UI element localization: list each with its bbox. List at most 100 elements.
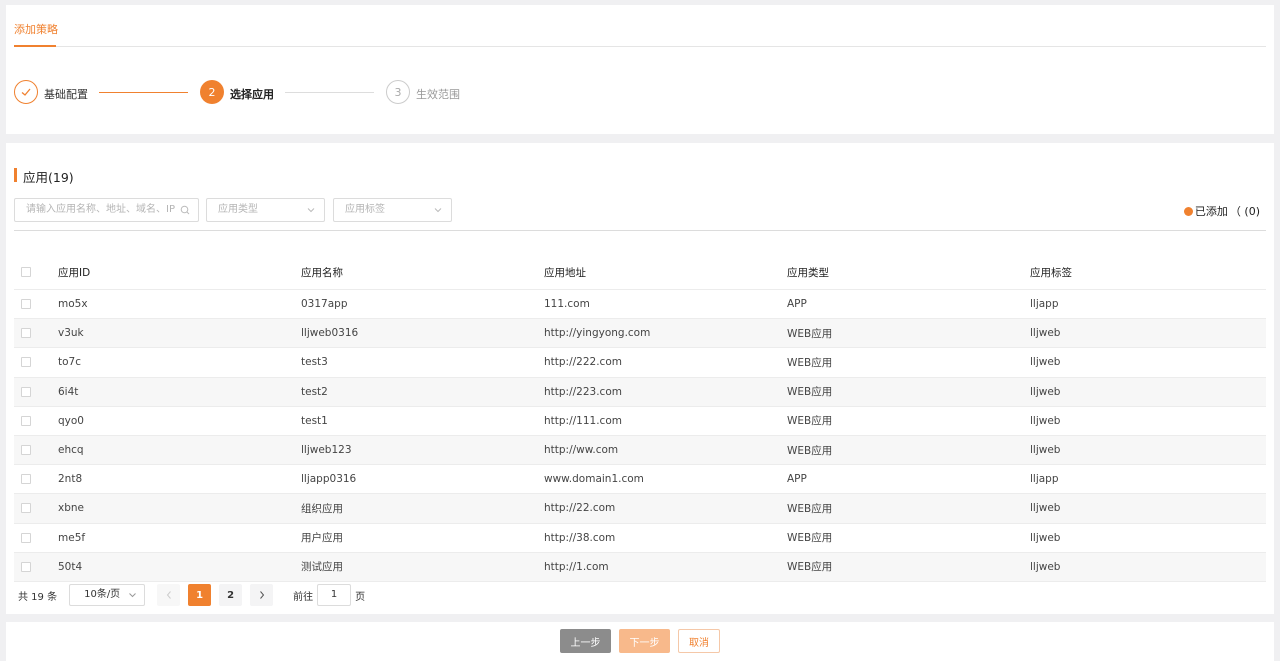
added-count[interactable]: 已添加 （ (0) [1183,203,1260,219]
cell-app-id: qyo0 [58,414,84,427]
row-checkbox[interactable] [21,445,31,456]
cell-app-name: 用户应用 [301,532,343,545]
tab-active-indicator [14,45,56,47]
header-app-name[interactable]: 应用名称 [301,265,343,280]
cell-app-id: 2nt8 [58,473,83,486]
step-label: 基础配置 [44,88,88,101]
step-label: 生效范围 [416,88,460,101]
header-app-address[interactable]: 应用地址 [544,265,586,280]
pagination: 共 19 条 10条/页 1 2 前往 1 页 [18,584,365,606]
cell-app-tag: lljweb [1030,502,1061,515]
table-row[interactable]: to7c test3 http://222.com WEB应用 lljweb [14,348,1266,378]
table-row[interactable]: xbne 组织应用 http://22.com WEB应用 lljweb [14,494,1266,524]
cell-app-address: www.domain1.com [544,473,644,486]
row-checkbox[interactable] [21,415,31,426]
cancel-button[interactable]: 取消 [678,629,720,653]
header-app-tag[interactable]: 应用标签 [1030,265,1072,280]
table-row[interactable]: me5f 用户应用 http://38.com WEB应用 lljweb [14,524,1266,553]
app-type-select[interactable]: 应用类型 [206,198,325,222]
next-page-button[interactable] [250,584,274,606]
tab-divider [14,46,1266,47]
table-row[interactable]: v3uk lljweb0316 http://yingyong.com WEB应用 ll… [14,319,1266,349]
table-row[interactable]: qyo0 test1 http://111.com WEB应用 lljweb [14,407,1266,436]
wizard-panel: 添加策略 基础配置 2 选择应用 3 生效范围 [6,5,1274,134]
search-placeholder: 请输入应用名称、地址、域名、IP [26,204,175,215]
cell-app-type: WEB应用 [787,444,833,457]
row-checkbox[interactable] [21,561,31,572]
cell-app-tag: lljapp [1030,298,1059,311]
table-row[interactable]: ehcq lljweb123 http://ww.com WEB应用 lljweb [14,435,1266,466]
cell-app-name: test2 [301,385,328,398]
step-number: 3 [386,80,410,104]
added-label: 已添加 [1194,205,1228,218]
cell-app-tag: lljapp [1030,473,1059,486]
cell-app-id: mo5x [58,298,88,311]
row-checkbox[interactable] [21,532,31,543]
section-accent-bar [14,168,17,182]
cell-app-address: http://223.com [544,385,622,398]
cell-app-address: 111.com [544,298,590,311]
table-row[interactable]: 2nt8 lljapp0316 www.domain1.com APP lljapp [14,465,1266,495]
cell-app-type: APP [787,298,807,311]
chevron-right-icon [259,591,264,599]
goto-label: 前往 [293,591,314,603]
row-checkbox[interactable] [21,474,31,485]
pagination-total: 共 19 条 [18,591,58,603]
table-row[interactable]: mo5x 0317app 111.com APP lljapp [14,290,1266,320]
page-size-value: 10条/页 [84,589,121,600]
cell-app-id: ehcq [58,444,84,457]
cell-app-type: APP [787,473,807,486]
cell-app-name: 0317app [301,298,348,311]
app-tag-placeholder: 应用标签 [345,204,385,215]
cell-app-name: lljapp0316 [301,473,357,486]
page-button-1[interactable]: 1 [188,584,212,606]
row-checkbox[interactable] [21,328,31,339]
cell-app-type: WEB应用 [787,561,833,574]
cell-app-id: 50t4 [58,560,83,573]
chevron-down-icon [306,199,316,221]
cell-app-id: to7c [58,356,81,369]
cell-app-name: test1 [301,414,328,427]
cell-app-id: v3uk [58,327,84,340]
cell-app-name: 测试应用 [301,561,343,574]
header-app-type[interactable]: 应用类型 [787,265,829,280]
cell-app-type: WEB应用 [787,386,833,399]
chevron-down-icon [128,585,137,613]
next-step-button[interactable]: 下一步 [619,629,670,653]
table-row[interactable]: 50t4 测试应用 http://1.com WEB应用 lljweb [14,552,1266,582]
row-checkbox[interactable] [21,503,31,514]
header-app-id[interactable]: 应用ID [58,265,90,280]
info-dot-icon [1183,206,1193,216]
cell-app-tag: lljweb [1030,385,1061,398]
row-checkbox[interactable] [21,299,31,310]
cell-app-name: lljweb0316 [301,327,359,340]
prev-step-button[interactable]: 上一步 [560,629,611,653]
row-checkbox[interactable] [21,357,31,368]
cell-app-tag: lljweb [1030,560,1061,573]
cell-app-tag: lljweb [1030,414,1061,427]
tab-add-policy[interactable]: 添加策略 [14,21,58,37]
footer-actions: 上一步 下一步 取消 [6,622,1274,661]
table-row[interactable]: 6i4t test2 http://223.com WEB应用 lljweb [14,377,1266,407]
search-input[interactable]: 请输入应用名称、地址、域名、IP [14,198,199,222]
chevron-left-icon [166,591,171,599]
page-size-select[interactable]: 10条/页 [69,584,146,606]
cell-app-id: me5f [58,531,86,544]
check-icon [14,80,38,104]
app-tag-select[interactable]: 应用标签 [333,198,452,222]
cell-app-type: WEB应用 [787,532,833,545]
table-header: 应用ID 应用名称 应用地址 应用类型 应用标签 [14,255,1266,290]
cell-app-address: http://yingyong.com [544,327,651,340]
app-type-placeholder: 应用类型 [218,204,258,215]
cell-app-type: WEB应用 [787,502,833,515]
cell-app-address: http://22.com [544,502,616,515]
cell-app-address: http://ww.com [544,444,619,457]
table-body: mo5x 0317app 111.com APP lljapp v3uk lljweb031… [14,290,1266,582]
prev-page-button[interactable] [157,584,181,606]
goto-page-input[interactable]: 1 [317,584,352,606]
app-table: 应用ID 应用名称 应用地址 应用类型 应用标签 mo5x 0317app 111.… [14,255,1266,582]
select-all-checkbox[interactable] [21,267,31,277]
page-button-2[interactable]: 2 [219,584,243,606]
section-title: 应用(19) [23,170,74,185]
row-checkbox[interactable] [21,386,31,397]
